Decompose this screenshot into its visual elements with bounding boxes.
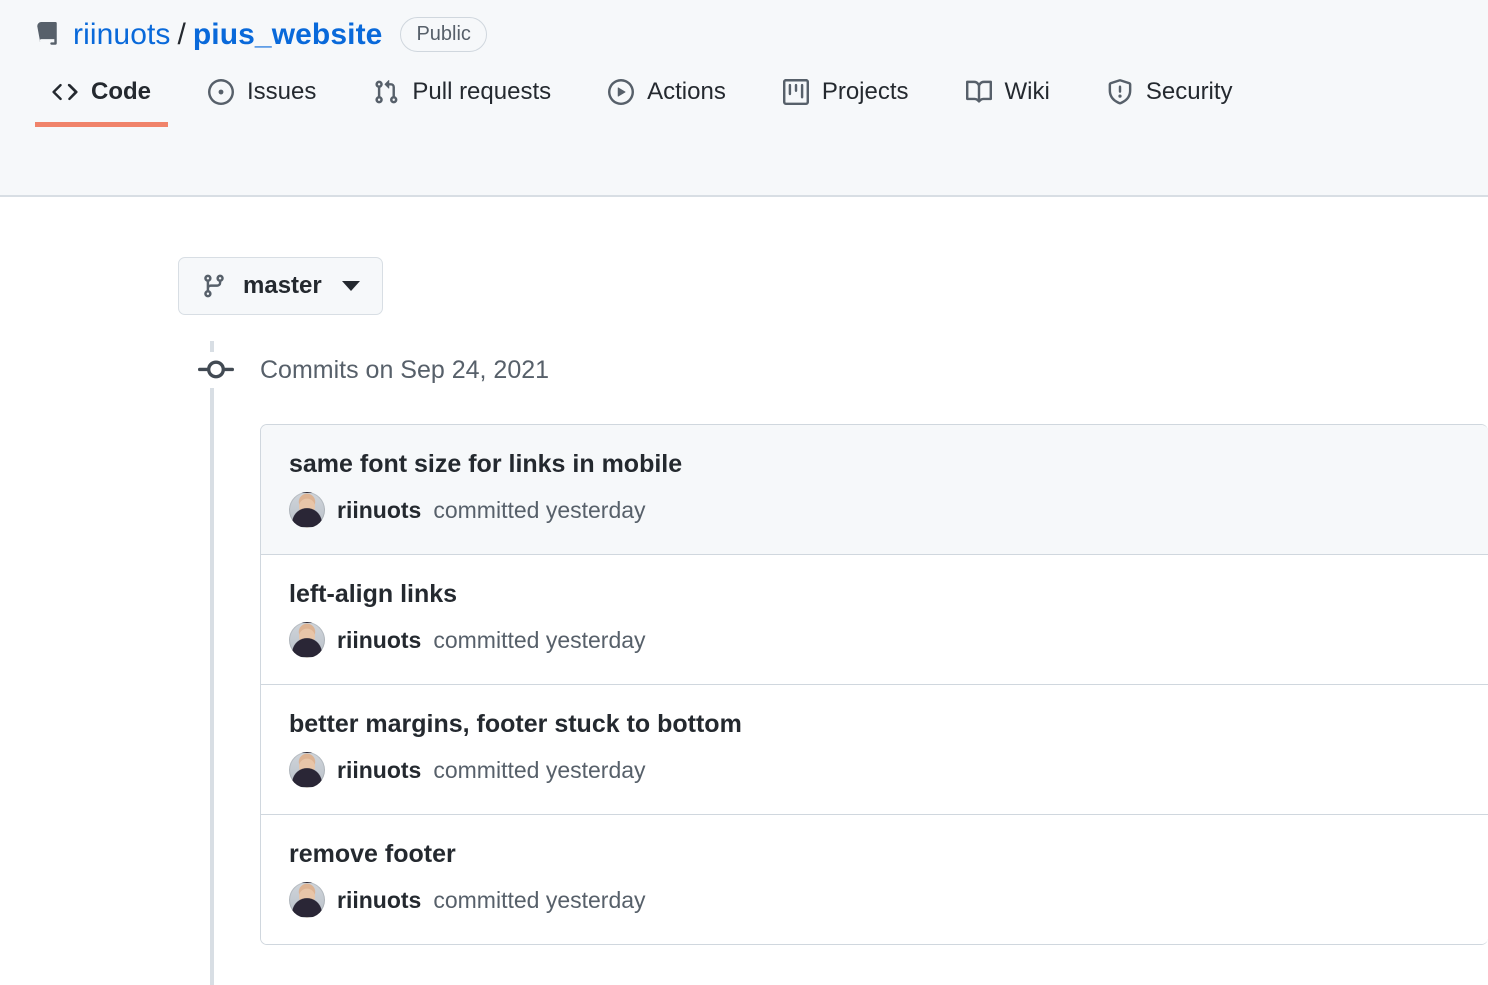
commit-meta: riinuots committed yesterday <box>289 492 1460 528</box>
avatar[interactable] <box>289 622 325 658</box>
commit-message-link[interactable]: same font size for links in mobile <box>289 449 1460 479</box>
tab-projects[interactable]: Projects <box>766 78 926 127</box>
timeline-rail <box>210 341 214 985</box>
commit-meta: riinuots committed yesterday <box>289 622 1460 658</box>
repo-name-link[interactable]: pius_website <box>193 18 383 52</box>
commits-page-content: master Commits on Sep 24, 2021 same font… <box>0 197 1488 985</box>
avatar[interactable] <box>289 492 325 528</box>
code-icon <box>52 79 78 105</box>
commit-message-link[interactable]: better margins, footer stuck to bottom <box>289 709 1460 739</box>
commit-row[interactable]: same font size for links in mobile riinu… <box>261 425 1488 555</box>
commit-time: committed yesterday <box>433 757 646 783</box>
repo-owner-link[interactable]: riinuots <box>73 18 171 52</box>
commits-group-header: Commits on Sep 24, 2021 <box>178 341 1488 399</box>
git-pull-request-icon <box>373 79 399 105</box>
book-icon <box>965 79 992 105</box>
repo-icon <box>34 21 60 48</box>
tab-pull-requests-label: Pull requests <box>412 78 552 105</box>
avatar[interactable] <box>289 882 325 918</box>
commit-meta: riinuots committed yesterday <box>289 752 1460 788</box>
tab-wiki-label: Wiki <box>1004 78 1050 105</box>
git-branch-icon <box>201 273 227 299</box>
commit-node-icon <box>198 352 234 388</box>
commit-row[interactable]: better margins, footer stuck to bottom r… <box>261 685 1488 815</box>
tab-pull-requests[interactable]: Pull requests <box>356 78 568 127</box>
commit-time: committed yesterday <box>433 627 646 653</box>
repo-separator: / <box>177 17 186 51</box>
commit-meta: riinuots committed yesterday <box>289 882 1460 918</box>
tab-actions[interactable]: Actions <box>591 78 743 127</box>
commit-author-link[interactable]: riinuots <box>337 756 421 784</box>
commit-row[interactable]: remove footer riinuots committed yesterd… <box>261 815 1488 944</box>
commit-author-link[interactable]: riinuots <box>337 496 421 524</box>
tab-actions-label: Actions <box>647 78 726 105</box>
branch-row: master <box>0 197 1488 315</box>
tab-code[interactable]: Code <box>35 78 168 127</box>
repo-title-row: riinuots / pius_website Public <box>0 0 1488 52</box>
project-icon <box>782 79 809 105</box>
commits-group-title: Commits on Sep 24, 2021 <box>260 356 550 384</box>
tab-projects-label: Projects <box>821 78 909 105</box>
commit-author-link[interactable]: riinuots <box>337 626 421 654</box>
tab-security-label: Security <box>1145 78 1233 105</box>
commit-row[interactable]: left-align links riinuots committed yest… <box>261 555 1488 685</box>
commit-time: committed yesterday <box>433 497 646 523</box>
branch-selector-label: master <box>243 272 322 299</box>
tab-wiki[interactable]: Wiki <box>949 78 1067 127</box>
tab-security[interactable]: Security <box>1090 78 1250 127</box>
commits-timeline: Commits on Sep 24, 2021 same font size f… <box>0 341 1488 985</box>
tab-code-label: Code <box>91 78 151 105</box>
repo-nav-tabs: Code Issues Pull requests Actions Projec… <box>0 78 1488 148</box>
avatar[interactable] <box>289 752 325 788</box>
commit-list: same font size for links in mobile riinu… <box>260 424 1488 945</box>
commit-message-link[interactable]: remove footer <box>289 839 1460 869</box>
issue-opened-icon <box>208 79 234 105</box>
branch-selector-button[interactable]: master <box>178 257 383 315</box>
repo-header: riinuots / pius_website Public Code Issu… <box>0 0 1488 197</box>
play-icon <box>608 79 635 105</box>
commit-message-link[interactable]: left-align links <box>289 579 1460 609</box>
tab-issues-label: Issues <box>247 78 317 105</box>
chevron-down-icon <box>341 281 360 291</box>
visibility-badge: Public <box>400 17 487 52</box>
shield-icon <box>1107 79 1133 105</box>
tab-issues[interactable]: Issues <box>191 78 333 127</box>
